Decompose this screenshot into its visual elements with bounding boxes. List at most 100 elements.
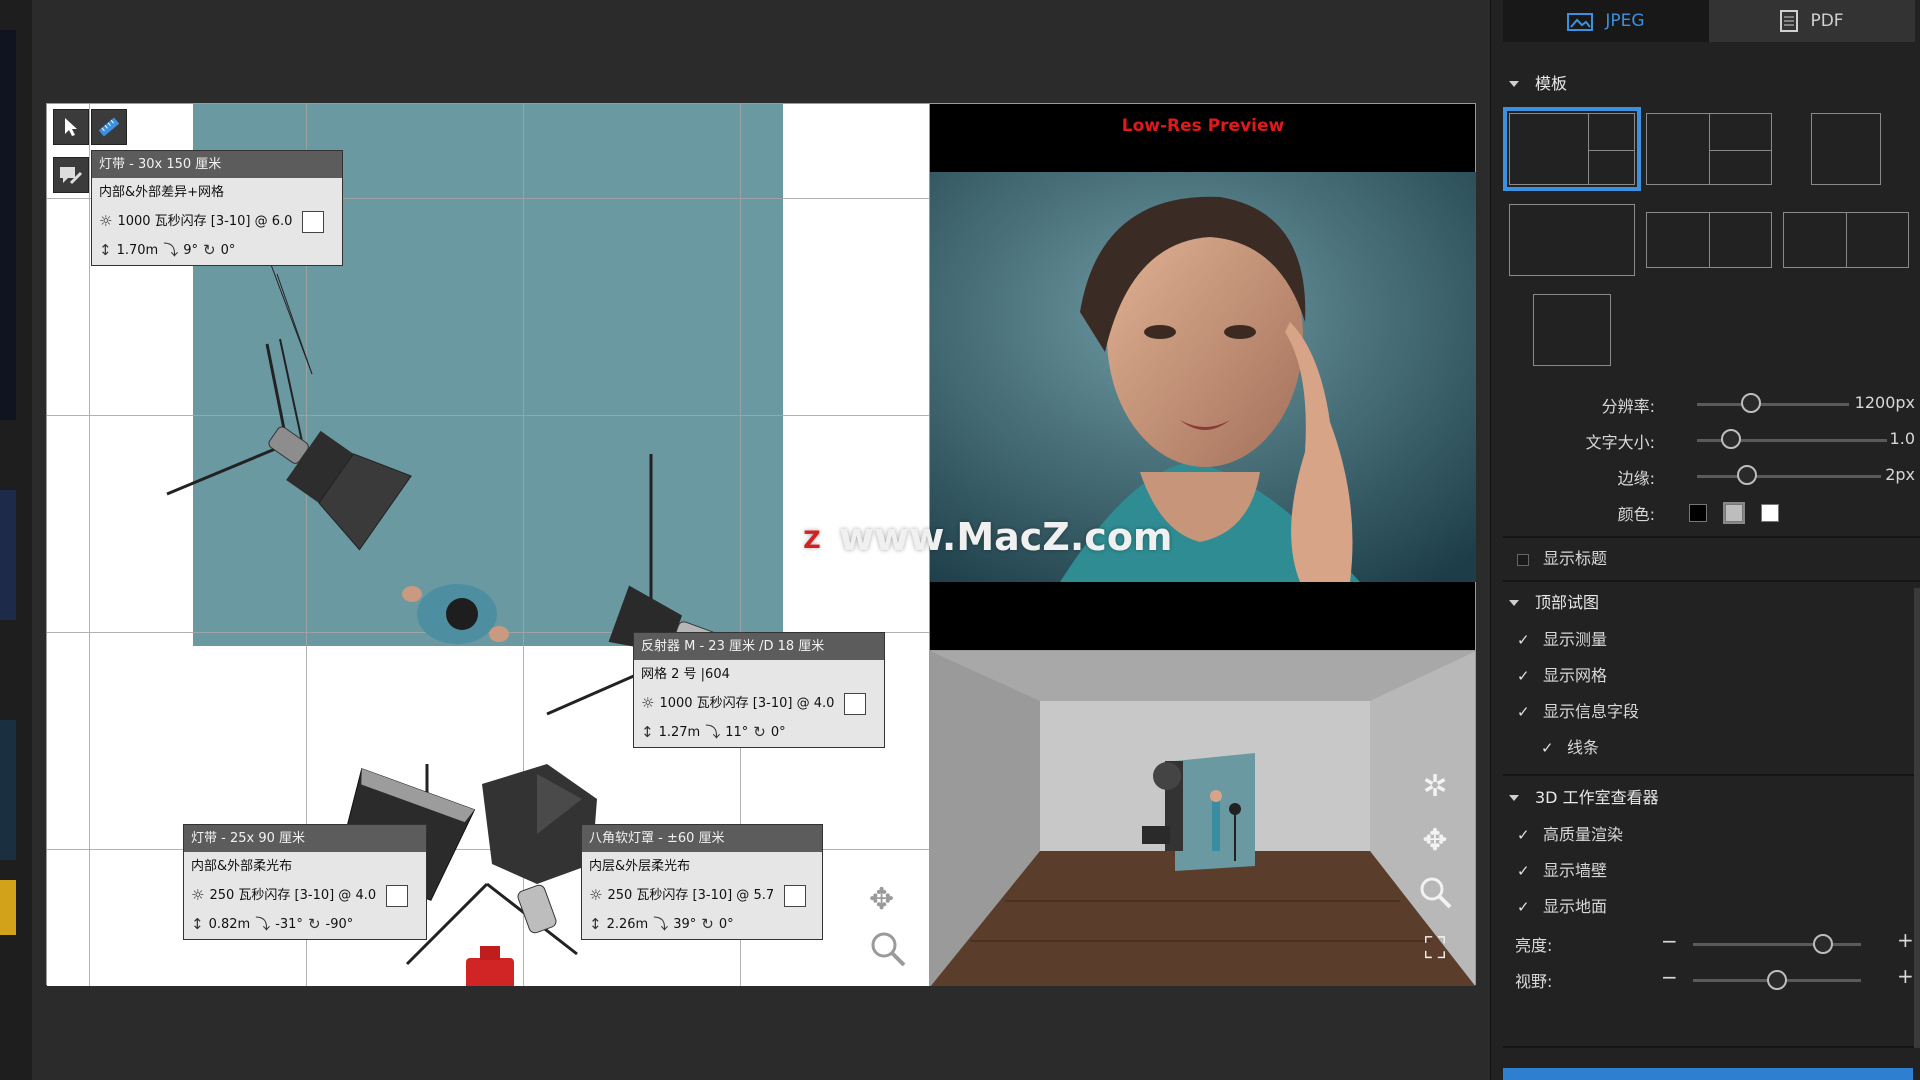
rotate-icon: ↻ [701, 915, 714, 933]
fov-decrease-button[interactable]: − [1661, 965, 1678, 989]
brightness-slider-track[interactable] [1693, 943, 1861, 946]
low-res-preview-panel: Low-Res Preview [929, 104, 1476, 650]
border-slider-knob[interactable] [1737, 465, 1757, 485]
light-power-text: 1000 瓦秒闪存 [3-10] @ 4.0 [659, 696, 835, 711]
template-option[interactable] [1646, 212, 1772, 268]
light-color-swatch[interactable] [784, 884, 807, 907]
checkmark-icon: ✓ [1517, 667, 1530, 685]
resolution-label: 分辨率: [1601, 397, 1655, 416]
brightness-increase-button[interactable]: + [1897, 928, 1914, 952]
light-info-box[interactable]: 反射器 M - 23 厘米 /D 18 厘米 网格 2 号 |604 ☼ 1000… [633, 632, 885, 748]
orbit-icon[interactable]: ✲ [1415, 767, 1455, 807]
show-walls-toggle[interactable]: ✓ 显示墙壁 [1517, 858, 1607, 884]
measure-tool-button[interactable] [91, 109, 127, 145]
tab-pdf[interactable]: PDF [1709, 0, 1915, 42]
top-view-section-header[interactable]: 顶部试图 [1503, 589, 1599, 617]
filmstrip-thumbnail[interactable] [0, 30, 16, 420]
pan-icon[interactable]: ✥ [1415, 821, 1455, 861]
color-label: 颜色: [1617, 505, 1655, 524]
brightness-row: 亮度: − + [1515, 928, 1915, 958]
collapse-triangle-icon [1509, 80, 1519, 87]
panel-scrollbar[interactable] [1914, 588, 1920, 1048]
light-rotate: -90° [325, 917, 354, 932]
3d-viewer-section-header[interactable]: 3D 工作室查看器 [1503, 784, 1659, 812]
show-lines-toggle[interactable]: ✓ 线条 [1541, 735, 1599, 761]
template-option[interactable] [1509, 204, 1635, 276]
brightness-slider-knob[interactable] [1813, 934, 1833, 954]
collapse-triangle-icon [1509, 794, 1519, 801]
light-color-swatch[interactable] [302, 210, 325, 233]
pan-icon[interactable]: ✥ [869, 882, 894, 917]
tilt-icon: ⤵ [705, 723, 721, 741]
filmstrip-thumbnail[interactable] [0, 490, 16, 620]
fov-label: 视野: [1515, 972, 1553, 991]
light-info-box[interactable]: 八角软灯罩 - ±60 厘米 内层&外层柔光布 ☼ 250 瓦秒闪存 [3-10]… [581, 824, 823, 940]
magnifier-icon [1420, 877, 1452, 909]
image-icon [1567, 13, 1594, 31]
show-measure-toggle[interactable]: ✓ 显示测量 [1517, 627, 1607, 653]
color-white-swatch[interactable] [1761, 504, 1779, 522]
show-title-toggle[interactable]: 显示标题 [1517, 546, 1607, 572]
light-power-text: 250 瓦秒闪存 [3-10] @ 5.7 [607, 888, 775, 903]
resolution-slider-track[interactable] [1697, 403, 1849, 406]
template-option[interactable] [1503, 107, 1641, 191]
flash-power-icon: ☼ [641, 694, 655, 712]
border-slider-track[interactable] [1697, 475, 1881, 478]
height-icon: ↕ [99, 241, 112, 259]
annotate-tool-button[interactable] [53, 157, 89, 193]
zoom-icon[interactable] [869, 930, 907, 976]
select-tool-button[interactable] [53, 109, 89, 145]
show-grid-toggle[interactable]: ✓ 显示网格 [1517, 663, 1607, 689]
template-option[interactable] [1533, 294, 1611, 366]
light-color-swatch[interactable] [844, 692, 867, 715]
light-power-text: 250 瓦秒闪存 [3-10] @ 4.0 [209, 888, 377, 903]
resolution-slider-row: 分辨率: 1200px [1503, 389, 1915, 419]
fov-increase-button[interactable]: + [1897, 964, 1914, 988]
light-rotate: 0° [220, 243, 236, 258]
fit-view-icon[interactable]: ⛶ [1415, 929, 1455, 969]
light-tilt: -31° [275, 917, 303, 932]
light-modifier-text: 内部&外部柔光布 [191, 859, 293, 874]
text-size-slider-knob[interactable] [1721, 429, 1741, 449]
zoom-icon[interactable] [1415, 875, 1455, 915]
fov-row: 视野: − + [1515, 964, 1915, 994]
fov-slider-knob[interactable] [1767, 970, 1787, 990]
export-button[interactable] [1503, 1068, 1913, 1080]
light-info-title: 灯带 - 25x 90 厘米 [184, 825, 426, 852]
tilt-icon: ⤵ [653, 915, 669, 933]
light-color-swatch[interactable] [386, 884, 409, 907]
light-info-box[interactable]: 灯带 - 30x 150 厘米 内部&外部差异+网格 ☼ 1000 瓦秒闪存 [3… [91, 150, 343, 266]
checkmark-icon: ✓ [1541, 739, 1554, 757]
light-tilt: 11° [725, 725, 749, 740]
checkbox-unchecked[interactable] [1517, 553, 1529, 566]
color-row: 颜色: [1503, 497, 1915, 527]
hq-render-toggle[interactable]: ✓ 高质量渲染 [1517, 822, 1623, 848]
3d-studio-viewer[interactable]: ✲ ✥ ⛶ [929, 650, 1475, 986]
tab-jpeg[interactable]: JPEG [1503, 0, 1709, 42]
tab-jpeg-label: JPEG [1605, 11, 1645, 31]
light-height: 1.70m [116, 243, 159, 258]
filmstrip-thumbnail[interactable] [0, 720, 16, 860]
show-info-fields-toggle[interactable]: ✓ 显示信息字段 [1517, 699, 1639, 725]
rotate-icon: ↻ [753, 723, 766, 741]
color-gray-swatch[interactable] [1723, 502, 1745, 524]
template-option[interactable] [1811, 113, 1881, 185]
light-height: 2.26m [606, 917, 649, 932]
tab-pdf-label: PDF [1810, 11, 1844, 31]
border-label: 边缘: [1617, 469, 1655, 488]
template-option[interactable] [1783, 212, 1909, 268]
light-modifier-text: 网格 2 号 |604 [641, 667, 730, 682]
show-grid-label: 显示网格 [1543, 666, 1608, 685]
light-info-box[interactable]: 灯带 - 25x 90 厘米 内部&外部柔光布 ☼ 250 瓦秒闪存 [3-10]… [183, 824, 427, 940]
show-floor-label: 显示地面 [1543, 897, 1608, 916]
color-black-swatch[interactable] [1689, 504, 1707, 522]
template-option[interactable] [1646, 113, 1772, 185]
filmstrip-thumbnail[interactable] [0, 880, 16, 935]
hq-render-label: 高质量渲染 [1543, 825, 1624, 844]
watermark-badge: Z [795, 522, 829, 557]
resolution-slider-knob[interactable] [1741, 393, 1761, 413]
brightness-decrease-button[interactable]: − [1661, 929, 1678, 953]
templates-section-header[interactable]: 模板 [1503, 70, 1567, 98]
show-floor-toggle[interactable]: ✓ 显示地面 [1517, 894, 1607, 920]
preview-label: Low-Res Preview [1121, 116, 1285, 136]
